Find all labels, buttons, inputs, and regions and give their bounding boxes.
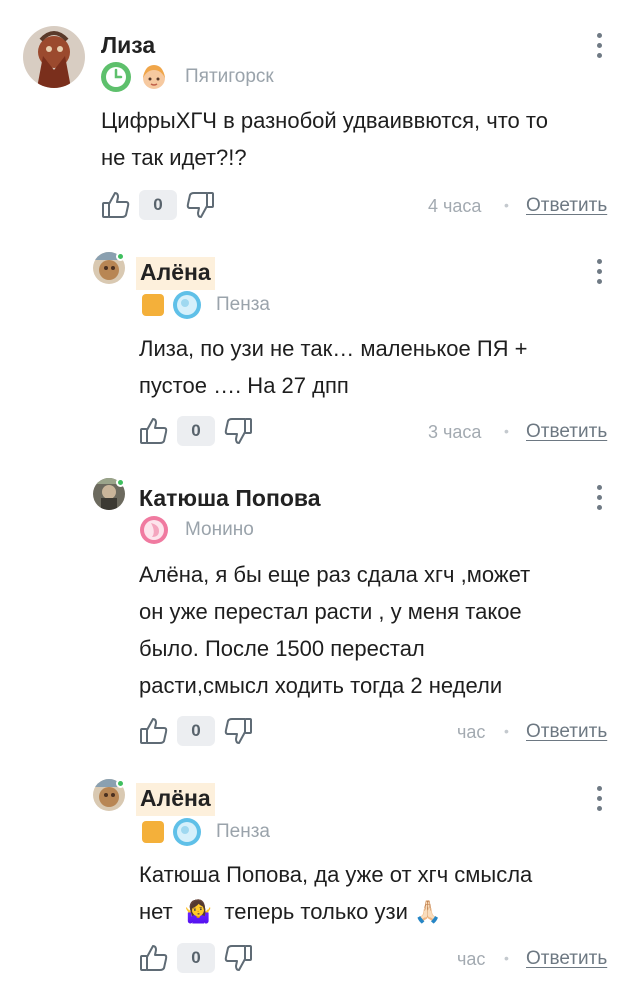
timestamp: час <box>457 949 486 969</box>
city-label: Пенза <box>216 821 270 842</box>
online-indicator <box>116 779 125 788</box>
more-options-icon[interactable] <box>589 256 609 286</box>
author-meta: Пятигорск <box>101 62 274 92</box>
author-name[interactable]: Лиза <box>101 32 155 59</box>
orange-square-icon <box>142 821 164 843</box>
timestamp: 3 часа <box>428 422 482 442</box>
comment-text: Лиза, по узи не так… маленькое ПЯ + пуст… <box>139 336 528 398</box>
baby-circle-icon <box>172 817 202 847</box>
baby-circle-icon <box>172 290 202 320</box>
comment-item: Алёна Пенза Катюша Попова, да уже от хгч… <box>0 779 638 989</box>
reply-link[interactable]: Ответить <box>526 721 607 743</box>
comment-item: Лиза Пятигорск ЦифрыХГЧ в разнобой удваи… <box>0 26 638 236</box>
avatar[interactable] <box>23 26 85 88</box>
shrug-emoji-icon: 🤷‍♀️ <box>184 899 213 924</box>
thumbs-up-icon[interactable] <box>139 943 169 973</box>
vote-actions: 0 <box>139 416 253 446</box>
timestamp: 4 часа <box>428 196 482 216</box>
reply-link[interactable]: Ответить <box>526 421 607 443</box>
more-options-icon[interactable] <box>589 783 609 813</box>
author-name[interactable]: Алёна <box>136 257 215 290</box>
vote-actions: 0 <box>139 943 253 973</box>
separator-dot: • <box>504 197 509 213</box>
clock-badge-icon <box>101 62 131 92</box>
girl-emoji-icon <box>139 62 169 92</box>
thumbs-down-icon[interactable] <box>223 416 253 446</box>
thumbs-down-icon[interactable] <box>223 943 253 973</box>
vote-actions: 0 <box>139 716 253 746</box>
orange-square-icon <box>142 294 164 316</box>
online-indicator <box>116 478 125 487</box>
comment-text: ЦифрыХГЧ в разнобой удваиввются, что то … <box>101 108 548 170</box>
comment-text: Катюша Попова, да уже от хгч смысла нет … <box>139 862 533 924</box>
thumbs-down-icon[interactable] <box>185 190 215 220</box>
separator-dot: • <box>504 423 509 439</box>
thumbs-down-icon[interactable] <box>223 716 253 746</box>
author-name[interactable]: Катюша Попова <box>139 485 321 512</box>
pray-emoji-icon: 🙏🏻 <box>414 899 442 924</box>
vote-actions: 0 <box>101 190 215 220</box>
author-meta: Пенза <box>142 290 270 320</box>
city-label: Пятигорск <box>185 66 274 87</box>
comment-item: Катюша Попова Монино Алёна, я бы еще раз… <box>0 478 638 758</box>
online-indicator <box>116 252 125 261</box>
more-options-icon[interactable] <box>589 482 609 512</box>
thumbs-up-icon[interactable] <box>139 716 169 746</box>
comment-text: Алёна, я бы еще раз сдала хгч ,может он … <box>139 562 531 698</box>
author-meta: Пенза <box>142 817 270 847</box>
timestamp: час <box>457 722 486 742</box>
separator-dot: • <box>504 723 509 739</box>
reply-link[interactable]: Ответить <box>526 195 607 217</box>
thumbs-up-icon[interactable] <box>139 416 169 446</box>
author-name[interactable]: Алёна <box>136 783 215 816</box>
thumbs-up-icon[interactable] <box>101 190 131 220</box>
reply-link[interactable]: Ответить <box>526 948 607 970</box>
city-label: Монино <box>185 519 254 540</box>
city-label: Пенза <box>216 294 270 315</box>
like-count: 0 <box>177 716 215 746</box>
like-count: 0 <box>139 190 177 220</box>
like-count: 0 <box>177 416 215 446</box>
pregnancy-circle-icon <box>139 515 169 545</box>
separator-dot: • <box>504 950 509 966</box>
author-meta: Монино <box>139 515 254 545</box>
comment-item: Алёна Пенза Лиза, по узи не так… маленьк… <box>0 252 638 462</box>
more-options-icon[interactable] <box>589 30 609 60</box>
like-count: 0 <box>177 943 215 973</box>
